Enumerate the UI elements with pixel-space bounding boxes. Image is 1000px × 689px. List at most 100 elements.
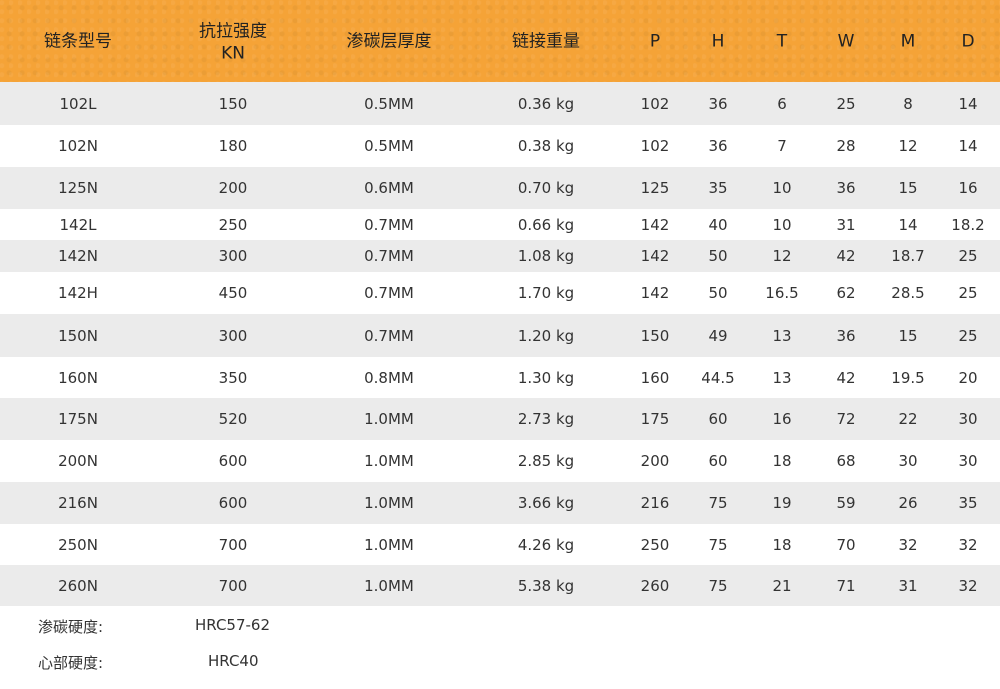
table-row: 250N 700 1.0MM 4.26 kg 250 75 18 70 32 32 bbox=[0, 524, 1000, 565]
header-w: W bbox=[837, 31, 855, 52]
cell-p: 125 bbox=[640, 179, 670, 197]
cell-case-depth: 0.7MM bbox=[364, 215, 414, 234]
cell-strength: 700 bbox=[218, 576, 248, 595]
cell-w: 59 bbox=[836, 494, 856, 512]
cell-m: 18.7 bbox=[891, 247, 925, 265]
cell-model: 175N bbox=[58, 410, 98, 428]
cell-h: 75 bbox=[708, 494, 728, 512]
cell-strength: 450 bbox=[218, 284, 248, 302]
cell-t: 13 bbox=[772, 368, 792, 387]
cell-d: 14 bbox=[958, 94, 978, 113]
cell-case-depth: 1.0MM bbox=[364, 452, 414, 470]
cell-case-depth: 0.8MM bbox=[364, 368, 414, 387]
cell-case-depth: 1.0MM bbox=[364, 494, 414, 512]
cell-m: 31 bbox=[898, 576, 918, 595]
header-h: H bbox=[711, 31, 725, 52]
cell-m: 15 bbox=[898, 326, 918, 345]
cell-m: 30 bbox=[898, 452, 918, 470]
cell-model: 142N bbox=[58, 247, 98, 265]
cell-strength: 520 bbox=[218, 410, 248, 428]
cell-w: 62 bbox=[836, 284, 856, 302]
cell-strength: 250 bbox=[218, 215, 248, 234]
cell-p: 160 bbox=[640, 368, 670, 387]
cell-w: 71 bbox=[836, 576, 856, 595]
cell-weight: 3.66 kg bbox=[517, 494, 575, 512]
cell-d: 32 bbox=[958, 576, 978, 595]
surface-hardness-row: 渗碳硬度: HRC57-62 bbox=[0, 616, 1000, 636]
cell-m: 15 bbox=[898, 179, 918, 197]
cell-t: 18 bbox=[772, 452, 792, 470]
cell-model: 102L bbox=[59, 94, 97, 113]
cell-d: 16 bbox=[958, 179, 978, 197]
cell-t: 18 bbox=[772, 535, 792, 554]
core-hardness-value: HRC40 bbox=[208, 652, 259, 670]
cell-weight: 1.30 kg bbox=[517, 368, 575, 387]
cell-w: 70 bbox=[836, 535, 856, 554]
table-row: 142L 250 0.7MM 0.66 kg 142 40 10 31 14 18.2 bbox=[0, 209, 1000, 240]
cell-weight: 4.26 kg bbox=[517, 535, 575, 554]
cell-t: 7 bbox=[777, 137, 787, 155]
cell-m: 19.5 bbox=[891, 368, 925, 387]
cell-p: 216 bbox=[640, 494, 670, 512]
header-weight: 链接重量 bbox=[512, 31, 580, 52]
cell-weight: 0.66 kg bbox=[517, 215, 575, 234]
cell-model: 150N bbox=[58, 326, 98, 345]
cell-p: 260 bbox=[640, 576, 670, 595]
table-row: 150N 300 0.7MM 1.20 kg 150 49 13 36 15 25 bbox=[0, 314, 1000, 357]
header-case-depth: 渗碳层厚度 bbox=[346, 31, 432, 52]
cell-w: 31 bbox=[836, 215, 856, 234]
table-row: 175N 520 1.0MM 2.73 kg 175 60 16 72 22 30 bbox=[0, 398, 1000, 440]
chain-spec-table: 链条型号 抗拉强度 KN 渗碳层厚度 链接重量 P H T W M D 102L 150 0.5MM 0.… bbox=[0, 0, 1000, 606]
cell-w: 72 bbox=[836, 410, 856, 428]
cell-strength: 150 bbox=[218, 94, 248, 113]
surface-hardness-value: HRC57-62 bbox=[195, 616, 271, 634]
cell-model: 250N bbox=[58, 535, 98, 554]
cell-model: 142H bbox=[58, 284, 98, 302]
cell-h: 44.5 bbox=[701, 368, 735, 387]
cell-t: 10 bbox=[772, 179, 792, 197]
cell-h: 35 bbox=[708, 179, 728, 197]
table-row: 102L 150 0.5MM 0.36 kg 102 36 6 25 8 14 bbox=[0, 82, 1000, 125]
cell-h: 40 bbox=[708, 215, 728, 234]
cell-weight: 1.08 kg bbox=[517, 247, 575, 265]
cell-d: 30 bbox=[958, 452, 978, 470]
cell-d: 20 bbox=[958, 368, 978, 387]
cell-t: 12 bbox=[772, 247, 792, 265]
cell-w: 42 bbox=[836, 368, 856, 387]
cell-strength: 600 bbox=[218, 494, 248, 512]
cell-weight: 1.70 kg bbox=[517, 284, 575, 302]
table-row: 200N 600 1.0MM 2.85 kg 200 60 18 68 30 30 bbox=[0, 440, 1000, 482]
cell-w: 68 bbox=[836, 452, 856, 470]
cell-d: 14 bbox=[958, 137, 978, 155]
header-row: 链条型号 抗拉强度 KN 渗碳层厚度 链接重量 P H T W M D bbox=[0, 0, 1000, 82]
cell-m: 8 bbox=[903, 94, 913, 113]
core-hardness-label: 心部硬度: bbox=[38, 654, 104, 672]
cell-strength: 700 bbox=[218, 535, 248, 554]
surface-hardness-label: 渗碳硬度: bbox=[38, 618, 104, 636]
cell-weight: 2.73 kg bbox=[517, 410, 575, 428]
header-strength-unit: KN bbox=[221, 43, 245, 64]
cell-d: 30 bbox=[958, 410, 978, 428]
cell-strength: 180 bbox=[218, 137, 248, 155]
cell-d: 25 bbox=[958, 247, 978, 265]
cell-t: 21 bbox=[772, 576, 792, 595]
cell-strength: 350 bbox=[218, 368, 248, 387]
cell-strength: 300 bbox=[218, 326, 248, 345]
cell-model: 200N bbox=[58, 452, 98, 470]
header-model: 链条型号 bbox=[44, 31, 112, 52]
cell-w: 36 bbox=[836, 179, 856, 197]
cell-strength: 600 bbox=[218, 452, 248, 470]
cell-m: 26 bbox=[898, 494, 918, 512]
cell-m: 28.5 bbox=[891, 284, 925, 302]
cell-model: 125N bbox=[58, 179, 98, 197]
cell-weight: 1.20 kg bbox=[517, 326, 575, 345]
cell-m: 22 bbox=[898, 410, 918, 428]
cell-h: 75 bbox=[708, 535, 728, 554]
cell-p: 102 bbox=[640, 94, 670, 113]
table-row: 216N 600 1.0MM 3.66 kg 216 75 19 59 26 35 bbox=[0, 482, 1000, 524]
cell-case-depth: 0.5MM bbox=[364, 94, 414, 113]
cell-d: 18.2 bbox=[951, 215, 985, 234]
cell-weight: 0.70 kg bbox=[517, 179, 575, 197]
cell-weight: 0.36 kg bbox=[517, 94, 575, 113]
table-row: 160N 350 0.8MM 1.30 kg 160 44.5 13 42 19.5 20 bbox=[0, 357, 1000, 398]
